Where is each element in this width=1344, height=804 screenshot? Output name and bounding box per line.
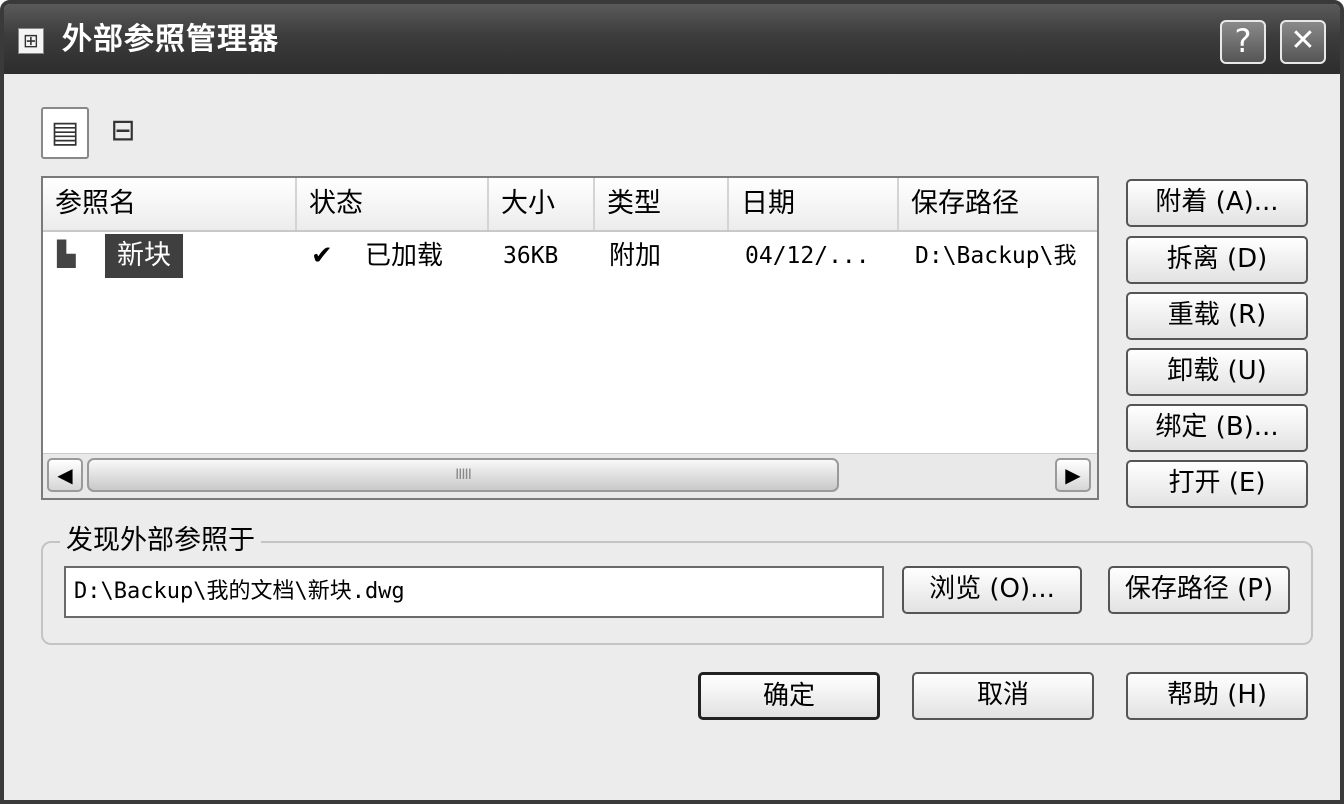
help-title-button[interactable]: ? <box>1220 20 1266 64</box>
scroll-left-arrow-icon[interactable]: ◀ <box>47 458 83 492</box>
row-status: 已加载 <box>365 241 444 271</box>
scroll-right-arrow-icon[interactable]: ▶ <box>1055 458 1091 492</box>
loaded-check-icon: ✔ <box>311 241 333 271</box>
xref-manager-dialog: ⊞ 外部参照管理器 ? ✕ ▤ ⊟ 参照名 状态 大小 类型 日期 保存路径 ▙… <box>0 0 1344 804</box>
row-reference-name[interactable]: 新块 <box>105 234 183 278</box>
tree-view-button[interactable]: ⊟ <box>99 107 147 159</box>
help-button[interactable]: 帮助 (H) <box>1126 672 1308 720</box>
list-view-button[interactable]: ▤ <box>41 107 89 159</box>
list-view-icon: ▤ <box>50 115 80 150</box>
column-header-status[interactable]: 状态 <box>297 178 489 230</box>
column-header-type[interactable]: 类型 <box>595 178 729 230</box>
ok-button[interactable]: 确定 <box>698 672 880 720</box>
open-button[interactable]: 打开 (E) <box>1126 460 1308 508</box>
column-header-size[interactable]: 大小 <box>489 178 595 230</box>
list-header: 参照名 状态 大小 类型 日期 保存路径 <box>43 178 1097 232</box>
column-header-saved-path[interactable]: 保存路径 <box>899 178 1097 230</box>
title-bar[interactable]: ⊞ 外部参照管理器 ? ✕ <box>4 4 1340 74</box>
row-date: 04/12/... <box>745 243 870 269</box>
detach-button[interactable]: 拆离 (D) <box>1126 236 1308 284</box>
found-in-path-field[interactable]: D:\Backup\我的文档\新块.dwg <box>64 566 884 618</box>
found-in-label: 发现外部参照于 <box>60 522 261 560</box>
row-type: 附加 <box>609 241 662 271</box>
bind-button[interactable]: 绑定 (B)... <box>1126 404 1308 452</box>
column-header-reference-name[interactable]: 参照名 <box>43 178 297 230</box>
attach-button[interactable]: 附着 (A)... <box>1126 179 1308 227</box>
row-size: 36KB <box>503 243 559 269</box>
column-header-date[interactable]: 日期 <box>729 178 899 230</box>
xref-list[interactable]: 参照名 状态 大小 类型 日期 保存路径 ▙ 新块 ✔ 已加载 36KB 附加 … <box>41 176 1099 500</box>
row-saved-path: D:\Backup\我 <box>915 243 1077 269</box>
xref-drawing-icon: ▙ <box>57 240 76 268</box>
save-path-button[interactable]: 保存路径 (P) <box>1108 566 1290 614</box>
reload-button[interactable]: 重载 (R) <box>1126 292 1308 340</box>
xref-manager-app-icon: ⊞ <box>18 28 44 54</box>
browse-button[interactable]: 浏览 (O)... <box>902 566 1082 614</box>
close-button[interactable]: ✕ <box>1280 20 1326 64</box>
scrollbar-thumb[interactable]: IIIII <box>87 458 839 492</box>
unload-button[interactable]: 卸载 (U) <box>1126 348 1308 396</box>
dialog-title: 外部参照管理器 <box>62 22 279 57</box>
cancel-button[interactable]: 取消 <box>912 672 1094 720</box>
tree-view-icon: ⊟ <box>110 113 136 148</box>
horizontal-scrollbar[interactable]: ◀ IIIII ▶ <box>43 453 1097 498</box>
